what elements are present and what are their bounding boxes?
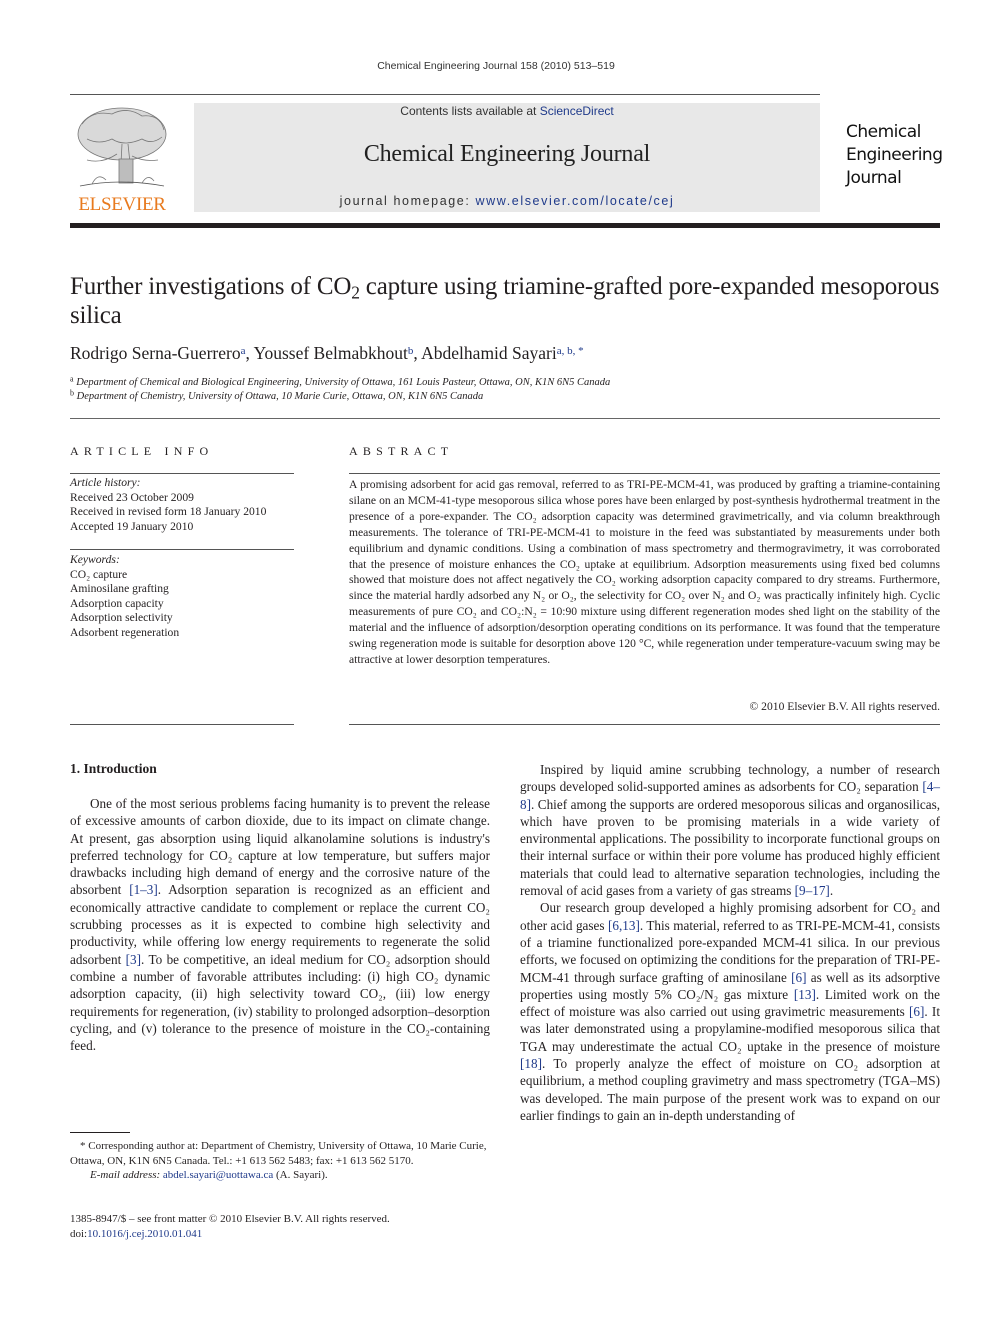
article-info-rule bbox=[70, 724, 294, 725]
article-info-heading: ARTICLE INFO bbox=[70, 444, 214, 458]
citation-link[interactable]: [18] bbox=[520, 1056, 542, 1071]
header-top-rule bbox=[70, 94, 820, 95]
abstract-rule bbox=[349, 724, 940, 725]
journal-logo-line: Journal bbox=[846, 168, 902, 188]
body-column-left: One of the most serious problems facing … bbox=[70, 795, 490, 1054]
keywords: Keywords: CO₂ capture Aminosilane grafti… bbox=[70, 553, 294, 640]
corresponding-author-footnote: * Corresponding author at: Department of… bbox=[70, 1139, 490, 1183]
elsevier-tree-icon bbox=[77, 107, 167, 187]
affiliation: b Department of Chemistry, University of… bbox=[70, 388, 484, 402]
section-heading-introduction: 1. Introduction bbox=[70, 761, 157, 776]
keywords-label: Keywords: bbox=[70, 553, 120, 566]
history-item: Received 23 October 2009 bbox=[70, 490, 194, 504]
journal-homepage-link[interactable]: www.elsevier.com/locate/cej bbox=[476, 194, 675, 208]
header-bottom-rule bbox=[70, 223, 940, 228]
doi-line: doi:10.1016/j.cej.2010.01.041 bbox=[70, 1228, 203, 1240]
citation-link[interactable]: [6] bbox=[909, 1004, 924, 1019]
keyword: Adsorption selectivity bbox=[70, 611, 173, 624]
email-link[interactable]: abdel.sayari@uottawa.ca bbox=[163, 1169, 273, 1181]
issn-line: 1385-8947/$ – see front matter © 2010 El… bbox=[70, 1213, 390, 1225]
article-title: Further investigations of CO2 capture us… bbox=[70, 273, 940, 329]
author-list: Rodrigo Serna-Guerreroa, Youssef Belmabk… bbox=[70, 343, 584, 363]
body-paragraph: Our research group developed a highly pr… bbox=[520, 900, 941, 1123]
contents-line: Contents lists available at ScienceDirec… bbox=[400, 104, 614, 118]
citation-link[interactable]: [13] bbox=[794, 987, 816, 1002]
journal-logo-line: Engineering bbox=[846, 145, 943, 165]
journal-title: Chemical Engineering Journal bbox=[363, 141, 651, 167]
sciencedirect-link[interactable]: ScienceDirect bbox=[540, 104, 614, 118]
journal-homepage: journal homepage: www.elsevier.com/locat… bbox=[339, 194, 675, 208]
history-label: Article history: bbox=[70, 476, 141, 489]
citation-link[interactable]: [9–17] bbox=[795, 883, 830, 898]
author-name[interactable]: Rodrigo Serna-Guerrero bbox=[70, 343, 241, 363]
elsevier-logo[interactable]: ELSEVIER bbox=[70, 104, 174, 216]
journal-logo-line: Chemical bbox=[846, 122, 921, 142]
keyword: Aminosilane grafting bbox=[70, 582, 169, 595]
elsevier-wordmark: ELSEVIER bbox=[78, 194, 166, 215]
article-info-rule bbox=[70, 549, 294, 550]
citation-link[interactable]: [6] bbox=[791, 970, 806, 985]
article-info-rule bbox=[70, 473, 294, 474]
journal-logo: Chemical Engineering Journal bbox=[846, 121, 943, 190]
journal-banner: Contents lists available at ScienceDirec… bbox=[194, 103, 820, 212]
history-item: Accepted 19 January 2010 bbox=[70, 519, 194, 533]
citation-link[interactable]: [3] bbox=[126, 952, 141, 967]
author-affil-mark[interactable]: b bbox=[408, 345, 414, 357]
author-name[interactable]: Abdelhamid Sayari bbox=[421, 343, 557, 363]
body-column-right: Inspired by liquid amine scrubbing techn… bbox=[520, 761, 940, 1124]
section-divider bbox=[70, 418, 940, 419]
article-history: Article history: Received 23 October 200… bbox=[70, 476, 294, 534]
abstract-copyright: © 2010 Elsevier B.V. All rights reserved… bbox=[749, 700, 940, 713]
email-line: E-mail address: abdel.sayari@uottawa.ca … bbox=[90, 1169, 328, 1181]
front-matter: 1385-8947/$ – see front matter © 2010 El… bbox=[70, 1212, 490, 1242]
corresponding-author-text: * Corresponding author at: Department of… bbox=[70, 1140, 487, 1167]
citation-link[interactable]: [6,13] bbox=[608, 918, 640, 933]
citation-link[interactable]: [4–8] bbox=[520, 779, 940, 811]
body-paragraph: One of the most serious problems facing … bbox=[70, 796, 491, 1054]
author-affil-mark[interactable]: a bbox=[241, 345, 246, 357]
abstract-rule bbox=[349, 473, 940, 474]
keyword: Adsorption capacity bbox=[70, 596, 164, 610]
running-head: Chemical Engineering Journal 158 (2010) … bbox=[377, 60, 615, 72]
affiliation: a Department of Chemical and Biological … bbox=[70, 374, 611, 388]
body-paragraph: Inspired by liquid amine scrubbing techn… bbox=[520, 762, 940, 899]
abstract-text: A promising adsorbent for acid gas remov… bbox=[349, 478, 940, 666]
citation-link[interactable]: [1–3] bbox=[129, 882, 158, 897]
author-affil-mark[interactable]: a, b, * bbox=[557, 345, 584, 357]
abstract-heading: ABSTRACT bbox=[349, 444, 454, 458]
doi-link[interactable]: 10.1016/j.cej.2010.01.041 bbox=[87, 1228, 202, 1240]
keyword: CO₂ capture bbox=[70, 567, 128, 581]
author-name[interactable]: Youssef Belmabkhout bbox=[254, 343, 408, 363]
keyword: Adsorbent regeneration bbox=[70, 625, 180, 639]
footnote-rule bbox=[70, 1132, 130, 1133]
history-item: Received in revised form 18 January 2010 bbox=[70, 505, 267, 518]
